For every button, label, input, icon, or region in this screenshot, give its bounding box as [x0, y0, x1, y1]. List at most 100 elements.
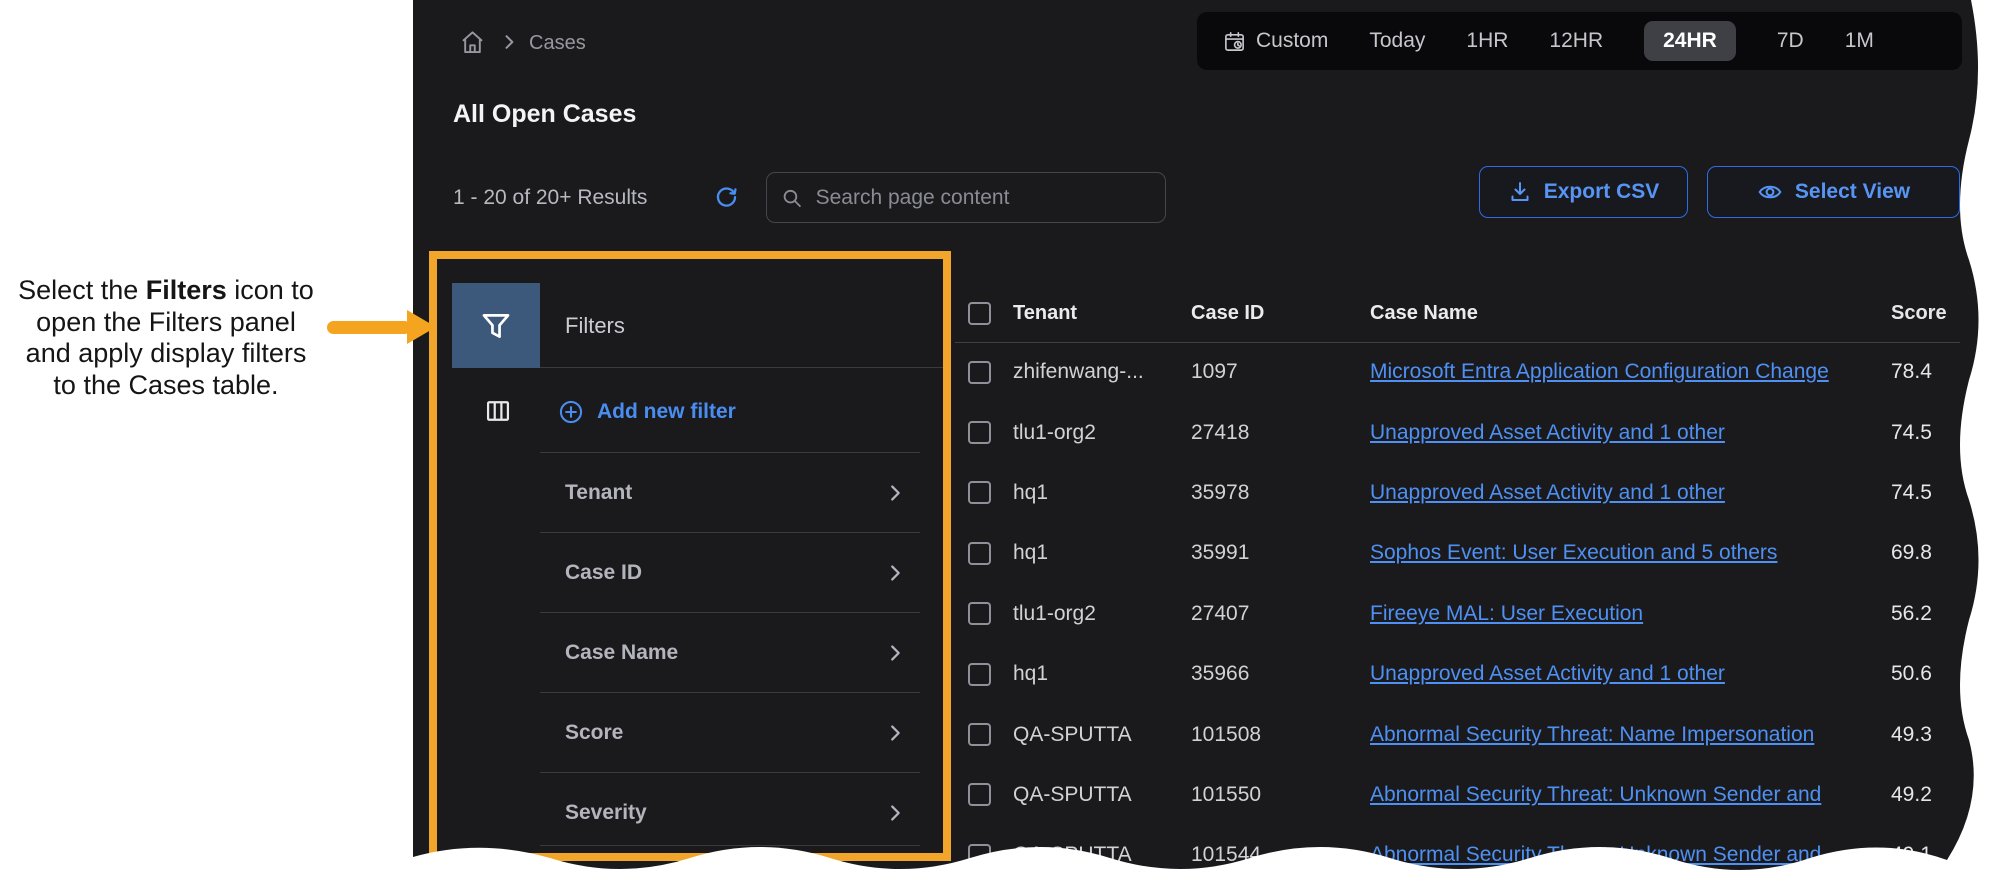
case-id-cell: 101508 — [1191, 704, 1370, 764]
breadcrumb-item-cases[interactable]: Cases — [529, 32, 586, 55]
table-row — [955, 704, 1013, 764]
table-row — [955, 463, 1013, 523]
search-input[interactable] — [814, 185, 1151, 211]
table-row — [955, 523, 1013, 583]
time-range-1hr[interactable]: 1HR — [1466, 29, 1508, 53]
score-cell: 69.8 — [1878, 523, 1962, 583]
table-row — [955, 402, 1013, 462]
tenant-cell: QA-SPUTTA — [1013, 704, 1191, 764]
time-range-7d[interactable]: 7D — [1777, 29, 1804, 53]
add-new-filter-label: Add new filter — [597, 400, 736, 424]
table-row — [955, 765, 1013, 825]
case-id-cell: 27418 — [1191, 402, 1370, 462]
case-id-cell: 35966 — [1191, 644, 1370, 704]
time-range-12hr[interactable]: 12HR — [1549, 29, 1603, 53]
chevron-right-icon — [499, 32, 519, 52]
filter-item-tenant[interactable]: Tenant — [540, 452, 920, 532]
row-checkbox[interactable] — [968, 481, 991, 504]
table-row — [955, 584, 1013, 644]
add-new-filter-button[interactable]: Add new filter — [558, 397, 736, 427]
column-header-case-id: Case ID — [1191, 285, 1370, 342]
case-name-link[interactable]: Sophos Event: User Execution and 5 other… — [1370, 541, 1777, 565]
time-range-custom[interactable]: Custom — [1223, 29, 1328, 53]
time-range-bar: Custom Today 1HR 12HR 24HR 7D 1M — [1197, 12, 1962, 70]
page-title: All Open Cases — [453, 100, 636, 129]
tenant-cell: hq1 — [1013, 523, 1191, 583]
score-cell: 56.2 — [1878, 584, 1962, 644]
time-range-1m[interactable]: 1M — [1845, 29, 1874, 53]
table-row — [955, 342, 1013, 402]
score-cell: 74.5 — [1878, 463, 1962, 523]
row-checkbox[interactable] — [968, 844, 991, 867]
row-checkbox[interactable] — [968, 421, 991, 444]
row-checkbox[interactable] — [968, 723, 991, 746]
case-id-cell: 1097 — [1191, 342, 1370, 402]
plus-circle-icon — [558, 399, 584, 425]
case-name-link[interactable]: Abnormal Security Threat: Name Impersona… — [1370, 723, 1814, 747]
column-header-tenant: Tenant — [1013, 285, 1191, 342]
row-checkbox[interactable] — [968, 783, 991, 806]
divider — [955, 342, 1960, 343]
page: Cases Custom Today 1HR 12HR 24HR 7D 1M A… — [0, 0, 1990, 883]
case-id-cell: 101544 — [1191, 825, 1370, 883]
row-checkbox[interactable] — [968, 602, 991, 625]
divider — [540, 367, 943, 368]
select-view-label: Select View — [1795, 180, 1910, 204]
filter-item-severity[interactable]: Severity — [540, 772, 920, 852]
chevron-right-icon — [884, 562, 906, 584]
column-header-case-name: Case Name — [1370, 285, 1878, 342]
filter-item-case-id[interactable]: Case ID — [540, 532, 920, 612]
row-checkbox[interactable] — [968, 542, 991, 565]
download-icon — [1508, 180, 1532, 204]
case-id-cell: 27407 — [1191, 584, 1370, 644]
columns-tab[interactable] — [483, 396, 513, 426]
time-range-today[interactable]: Today — [1369, 29, 1425, 53]
columns-icon — [484, 397, 512, 425]
export-csv-label: Export CSV — [1544, 180, 1660, 204]
calendar-clock-icon — [1223, 30, 1246, 53]
case-name-link[interactable]: Abnormal Security Threat: Unknown Sender… — [1370, 843, 1821, 867]
results-summary: 1 - 20 of 20+ Results — [453, 186, 647, 210]
annotation-text: Select the Filters icon to open the Filt… — [0, 275, 332, 401]
tenant-cell: tlu1-org2 — [1013, 402, 1191, 462]
row-checkbox[interactable] — [968, 361, 991, 384]
time-range-24hr-selected[interactable]: 24HR — [1644, 21, 1736, 61]
score-cell: 78.4 — [1878, 342, 1962, 402]
divider — [540, 845, 920, 846]
score-cell: 74.5 — [1878, 402, 1962, 462]
case-name-link[interactable]: Microsoft Entra Application Configuratio… — [1370, 360, 1829, 384]
row-checkbox[interactable] — [968, 663, 991, 686]
case-name-link[interactable]: Unapproved Asset Activity and 1 other — [1370, 421, 1725, 445]
case-name-link[interactable]: Abnormal Security Threat: Unknown Sender… — [1370, 783, 1821, 807]
home-icon[interactable] — [459, 29, 486, 56]
table-row — [955, 644, 1013, 704]
case-name-link[interactable]: Fireeye MAL: User Execution — [1370, 602, 1643, 626]
tenant-cell: QA-SPUTTA — [1013, 825, 1191, 883]
funnel-icon — [479, 309, 513, 343]
tenant-cell: hq1 — [1013, 644, 1191, 704]
tenant-cell: zhifenwang-... — [1013, 342, 1191, 402]
case-id-cell: 101550 — [1191, 765, 1370, 825]
tenant-cell: tlu1-org2 — [1013, 584, 1191, 644]
case-id-cell: 35978 — [1191, 463, 1370, 523]
export-csv-button[interactable]: Export CSV — [1479, 166, 1688, 218]
score-cell: 50.6 — [1878, 644, 1962, 704]
select-all-checkbox[interactable] — [968, 302, 991, 325]
score-cell: 49.2 — [1878, 765, 1962, 825]
select-view-button[interactable]: Select View — [1707, 166, 1960, 218]
chevron-right-icon — [884, 642, 906, 664]
refresh-icon[interactable] — [714, 184, 739, 209]
eye-icon — [1757, 179, 1783, 205]
annotation-arrow — [327, 321, 411, 334]
filters-tab-selected[interactable] — [452, 283, 540, 368]
case-id-cell: 35991 — [1191, 523, 1370, 583]
case-name-link[interactable]: Unapproved Asset Activity and 1 other — [1370, 481, 1725, 505]
case-name-link[interactable]: Unapproved Asset Activity and 1 other — [1370, 662, 1725, 686]
search-box — [766, 172, 1166, 223]
filters-panel-title: Filters — [565, 313, 625, 339]
filter-item-score[interactable]: Score — [540, 692, 920, 772]
table-row — [955, 825, 1013, 883]
annotation-arrow-head — [407, 310, 436, 344]
chevron-right-icon — [884, 722, 906, 744]
filter-item-case-name[interactable]: Case Name — [540, 612, 920, 692]
